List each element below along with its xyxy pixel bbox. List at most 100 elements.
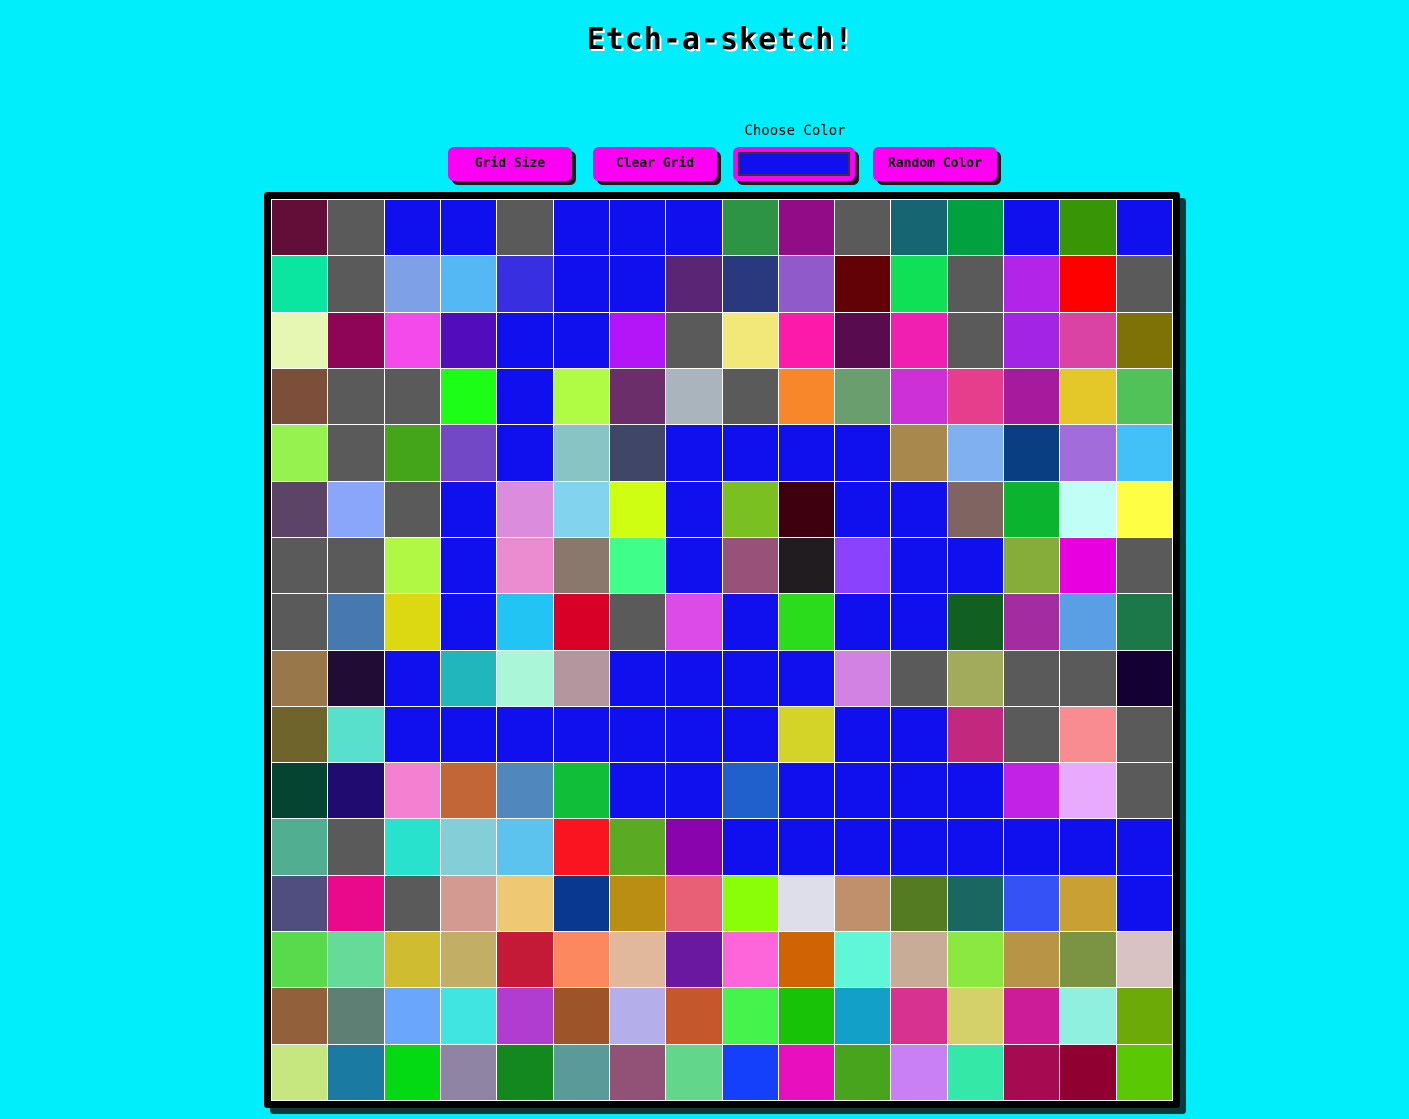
grid-cell[interactable] <box>384 819 440 875</box>
grid-cell[interactable] <box>947 988 1004 1044</box>
grid-cell[interactable] <box>553 312 609 368</box>
grid-cell[interactable] <box>722 763 778 819</box>
grid-cell[interactable] <box>778 537 835 594</box>
grid-cell[interactable] <box>272 875 328 932</box>
grid-cell[interactable] <box>1004 1044 1060 1100</box>
grid-cell[interactable] <box>947 763 1004 819</box>
grid-cell[interactable] <box>722 650 778 706</box>
grid-cell[interactable] <box>272 481 328 537</box>
grid-cell[interactable] <box>553 481 609 537</box>
grid-cell[interactable] <box>497 650 553 706</box>
grid-cell[interactable] <box>497 988 553 1044</box>
grid-cell[interactable] <box>835 988 891 1044</box>
grid-cell[interactable] <box>947 706 1004 763</box>
grid-cell[interactable] <box>384 537 440 594</box>
grid-cell[interactable] <box>497 200 553 256</box>
grid-cell[interactable] <box>1116 312 1172 368</box>
grid-cell[interactable] <box>835 312 891 368</box>
grid-cell[interactable] <box>891 200 947 256</box>
grid-cell[interactable] <box>947 537 1004 594</box>
grid-cell[interactable] <box>384 312 440 368</box>
grid-cell[interactable] <box>722 368 778 425</box>
grid-cell[interactable] <box>666 256 722 312</box>
grid-cell[interactable] <box>666 537 722 594</box>
grid-cell[interactable] <box>778 763 835 819</box>
grid-cell[interactable] <box>1004 481 1060 537</box>
grid-cell[interactable] <box>609 819 666 875</box>
grid-cell[interactable] <box>440 368 497 425</box>
grid-cell[interactable] <box>666 706 722 763</box>
grid-cell[interactable] <box>835 1044 891 1100</box>
grid-cell[interactable] <box>778 988 835 1044</box>
grid-cell[interactable] <box>553 537 609 594</box>
grid-cell[interactable] <box>947 481 1004 537</box>
grid-cell[interactable] <box>553 594 609 650</box>
grid-cell[interactable] <box>1004 932 1060 988</box>
grid-cell[interactable] <box>497 368 553 425</box>
grid-cell[interactable] <box>1060 988 1116 1044</box>
grid-cell[interactable] <box>328 256 384 312</box>
grid-cell[interactable] <box>947 312 1004 368</box>
grid-cell[interactable] <box>666 988 722 1044</box>
grid-cell[interactable] <box>891 368 947 425</box>
grid-cell[interactable] <box>1004 368 1060 425</box>
grid-cell[interactable] <box>1004 706 1060 763</box>
grid-cell[interactable] <box>609 1044 666 1100</box>
random-color-button[interactable]: Random Color <box>873 147 997 181</box>
grid-cell[interactable] <box>440 425 497 481</box>
grid-cell[interactable] <box>553 763 609 819</box>
grid-cell[interactable] <box>947 650 1004 706</box>
grid-cell[interactable] <box>497 425 553 481</box>
grid-cell[interactable] <box>384 256 440 312</box>
grid-cell[interactable] <box>947 594 1004 650</box>
grid-cell[interactable] <box>778 706 835 763</box>
grid-cell[interactable] <box>440 537 497 594</box>
grid-cell[interactable] <box>1060 256 1116 312</box>
grid-cell[interactable] <box>1004 256 1060 312</box>
grid-cell[interactable] <box>553 706 609 763</box>
grid-cell[interactable] <box>1116 650 1172 706</box>
grid-cell[interactable] <box>1060 819 1116 875</box>
grid-cell[interactable] <box>1116 932 1172 988</box>
grid-cell[interactable] <box>722 200 778 256</box>
grid-cell[interactable] <box>440 481 497 537</box>
grid-cell[interactable] <box>497 1044 553 1100</box>
grid-cell[interactable] <box>272 594 328 650</box>
grid-cell[interactable] <box>666 481 722 537</box>
grid-cell[interactable] <box>384 200 440 256</box>
grid-cell[interactable] <box>497 537 553 594</box>
grid-cell[interactable] <box>609 200 666 256</box>
grid-cell[interactable] <box>835 425 891 481</box>
grid-cell[interactable] <box>1004 819 1060 875</box>
grid-cell[interactable] <box>722 537 778 594</box>
grid-cell[interactable] <box>440 256 497 312</box>
grid-cell[interactable] <box>328 763 384 819</box>
grid-cell[interactable] <box>722 988 778 1044</box>
grid-cell[interactable] <box>609 312 666 368</box>
grid-cell[interactable] <box>666 425 722 481</box>
grid-cell[interactable] <box>1004 425 1060 481</box>
grid-cell[interactable] <box>666 875 722 932</box>
grid-cell[interactable] <box>722 875 778 932</box>
grid-cell[interactable] <box>384 763 440 819</box>
grid-cell[interactable] <box>891 594 947 650</box>
grid-cell[interactable] <box>778 481 835 537</box>
grid-cell[interactable] <box>384 706 440 763</box>
grid-cell[interactable] <box>497 763 553 819</box>
grid-cell[interactable] <box>553 256 609 312</box>
grid-cell[interactable] <box>1116 1044 1172 1100</box>
grid-cell[interactable] <box>1060 875 1116 932</box>
grid-cell[interactable] <box>891 932 947 988</box>
grid-cell[interactable] <box>1116 425 1172 481</box>
grid-cell[interactable] <box>1004 594 1060 650</box>
grid-cell[interactable] <box>722 256 778 312</box>
grid-cell[interactable] <box>778 650 835 706</box>
grid-cell[interactable] <box>384 425 440 481</box>
grid-cell[interactable] <box>1060 368 1116 425</box>
grid-cell[interactable] <box>328 875 384 932</box>
grid-cell[interactable] <box>384 875 440 932</box>
grid-cell[interactable] <box>891 256 947 312</box>
grid-cell[interactable] <box>1060 650 1116 706</box>
grid-cell[interactable] <box>1004 200 1060 256</box>
grid-cell[interactable] <box>1004 875 1060 932</box>
